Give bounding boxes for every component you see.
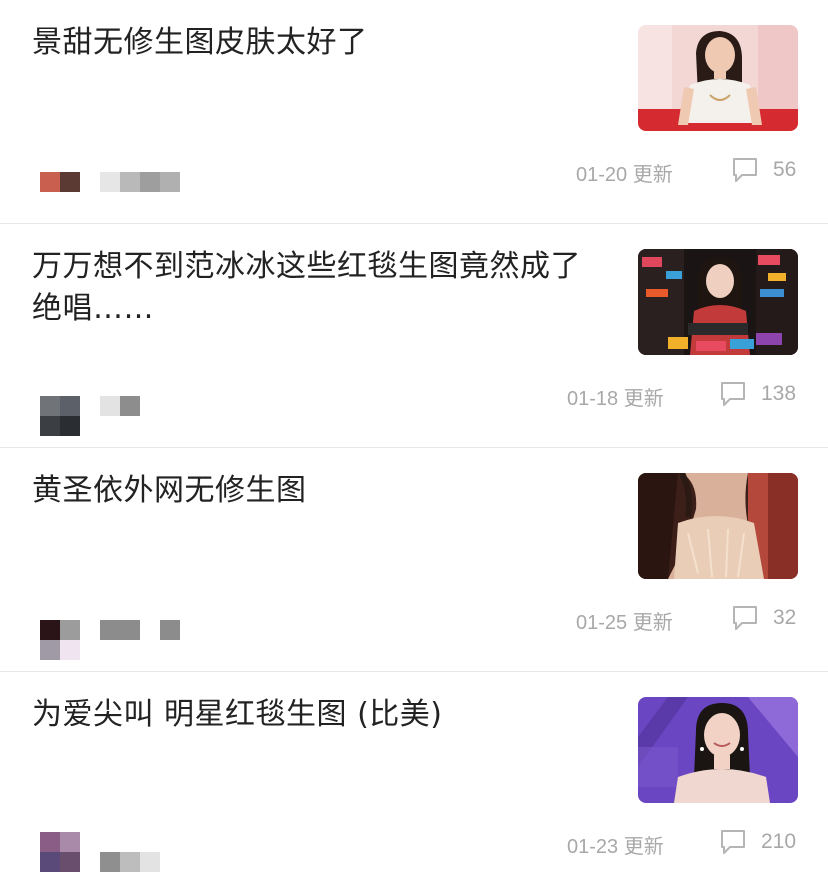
name-pixel	[120, 172, 140, 192]
avatar-pixel	[60, 640, 80, 660]
article-thumbnail[interactable]	[638, 249, 798, 355]
feed-item[interactable]: 黄圣依外网无修生图 01-25 更新 32	[0, 448, 828, 672]
update-date: 01-18 更新	[567, 388, 664, 410]
avatar-pixel	[40, 640, 60, 660]
avatar-pixel	[40, 172, 60, 192]
article-thumbnail[interactable]	[638, 697, 798, 803]
avatar-pixel	[60, 852, 80, 872]
comment-count: 138	[761, 382, 797, 405]
avatar-pixel	[40, 852, 60, 872]
feed-item[interactable]: 万万想不到范冰冰这些红毯生图竟然成了绝唱…… 01-18 更新 138	[0, 224, 828, 448]
avatar[interactable]	[40, 620, 80, 660]
thumbnail-image	[638, 697, 798, 803]
comment-button[interactable]: 56	[731, 156, 796, 184]
thumbnail-image	[638, 473, 798, 579]
comment-button[interactable]: 210	[719, 828, 796, 856]
name-pixel	[160, 620, 180, 640]
comment-icon	[719, 380, 747, 408]
avatar-pixel	[60, 416, 80, 436]
update-date: 01-25 更新	[576, 612, 673, 634]
avatar[interactable]	[40, 396, 80, 436]
name-pixel	[140, 172, 160, 192]
avatar[interactable]	[40, 832, 80, 872]
avatar-pixel	[60, 832, 80, 852]
name-pixel	[100, 852, 120, 872]
article-title[interactable]: 万万想不到范冰冰这些红毯生图竟然成了绝唱……	[32, 246, 602, 330]
avatar[interactable]	[40, 172, 80, 212]
name-pixel	[100, 172, 120, 192]
feed-item[interactable]: 景甜无修生图皮肤太好了 01-20 更新 56	[0, 0, 828, 224]
comment-button[interactable]: 32	[731, 604, 796, 632]
name-pixel	[140, 852, 160, 872]
thumbnail-image	[638, 25, 798, 131]
comment-count: 210	[761, 830, 797, 853]
avatar-pixel	[60, 620, 80, 640]
comment-button[interactable]: 138	[719, 380, 796, 408]
article-title[interactable]: 景甜无修生图皮肤太好了	[32, 22, 602, 64]
comment-icon	[731, 156, 759, 184]
avatar-pixel	[40, 832, 60, 852]
comment-icon	[731, 604, 759, 632]
name-pixel	[100, 620, 120, 640]
update-date: 01-23 更新	[567, 836, 664, 858]
name-pixel	[120, 852, 140, 872]
update-date: 01-20 更新	[576, 164, 673, 186]
article-feed: 景甜无修生图皮肤太好了 01-20 更新 56 万万想不到范冰冰这些红毯生图竟然…	[0, 0, 828, 872]
article-title[interactable]: 为爱尖叫 明星红毯生图 (比美)	[32, 694, 602, 736]
avatar-pixel	[40, 416, 60, 436]
name-pixel	[120, 620, 140, 640]
avatar-pixel	[60, 172, 80, 192]
name-pixel	[160, 172, 180, 192]
avatar-pixel	[40, 620, 60, 640]
comment-icon	[719, 828, 747, 856]
article-thumbnail[interactable]	[638, 25, 798, 131]
thumbnail-image	[638, 249, 798, 355]
feed-item[interactable]: 为爱尖叫 明星红毯生图 (比美) 01-23 更新 210	[0, 672, 828, 896]
article-thumbnail[interactable]	[638, 473, 798, 579]
avatar-pixel	[40, 396, 60, 416]
name-pixel	[100, 396, 120, 416]
avatar-pixel	[60, 396, 80, 416]
comment-count: 56	[773, 158, 797, 181]
article-title[interactable]: 黄圣依外网无修生图	[32, 470, 602, 512]
comment-count: 32	[773, 606, 797, 629]
name-pixel	[120, 396, 140, 416]
